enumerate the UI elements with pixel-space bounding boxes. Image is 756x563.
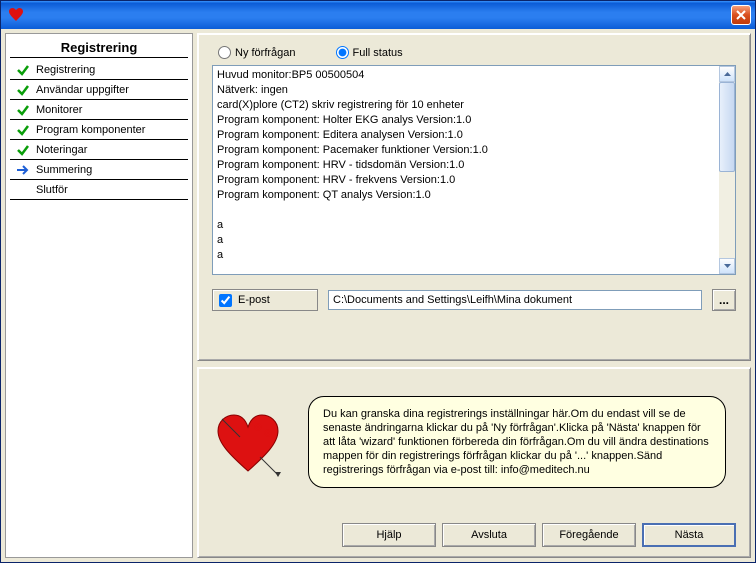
radio-new-request[interactable]: Ny förfrågan xyxy=(218,46,296,59)
status-text: Huvud monitor:BP5 00500504 Nätverk: inge… xyxy=(213,66,719,274)
help-text: Du kan granska dina registrerings instäl… xyxy=(323,408,709,476)
app-icon xyxy=(7,6,25,24)
check-icon xyxy=(16,83,30,97)
sidebar-title: Registrering xyxy=(10,40,188,58)
wizard-step[interactable]: Noteringar xyxy=(10,140,188,160)
status-textarea[interactable]: Huvud monitor:BP5 00500504 Nätverk: inge… xyxy=(212,65,736,275)
wizard-step-label: Registrering xyxy=(36,64,95,76)
radio-full-label: Full status xyxy=(353,47,403,59)
wizard-step[interactable]: Användar uppgifter xyxy=(10,80,188,100)
wizard-step[interactable]: Registrering xyxy=(10,60,188,80)
wizard-step-label: Slutför xyxy=(36,184,68,196)
check-icon xyxy=(16,123,30,137)
scroll-down-button[interactable] xyxy=(719,258,735,274)
scroll-thumb[interactable] xyxy=(719,82,735,172)
wizard-step-label: Program komponenter xyxy=(36,124,145,136)
browse-button[interactable]: ... xyxy=(712,289,736,311)
wizard-step-label: Användar uppgifter xyxy=(36,84,129,96)
check-icon xyxy=(16,63,30,77)
close-button[interactable] xyxy=(731,5,751,25)
wizard-step[interactable]: Slutför xyxy=(10,180,188,200)
wizard-sidebar: Registrering Registrering Användar uppgif… xyxy=(5,33,193,558)
summary-panel: Ny förfrågan Full status Huvud monitor:B… xyxy=(197,33,751,361)
radio-new-input[interactable] xyxy=(218,46,231,59)
next-button[interactable]: Nästa xyxy=(642,523,736,547)
destination-path-input[interactable] xyxy=(328,290,702,310)
help-panel: Du kan granska dina registrerings instäl… xyxy=(197,367,751,558)
scroll-up-button[interactable] xyxy=(719,66,735,82)
email-checkbox[interactable] xyxy=(219,294,232,307)
arrow-right-icon xyxy=(16,163,30,177)
wizard-step-label: Monitorer xyxy=(36,104,82,116)
help-button[interactable]: Hjälp xyxy=(342,523,436,547)
radio-new-label: Ny förfrågan xyxy=(235,47,296,59)
email-row: E-post ... xyxy=(212,289,736,311)
wizard-step-label: Noteringar xyxy=(36,144,87,156)
scrollbar-vertical[interactable] xyxy=(719,66,735,274)
main-area: Ny förfrågan Full status Huvud monitor:B… xyxy=(197,33,751,558)
speech-area: Du kan granska dina registrerings instäl… xyxy=(208,378,736,517)
browse-label: ... xyxy=(719,293,729,307)
wizard-step[interactable]: Monitorer xyxy=(10,100,188,120)
view-mode-radios: Ny förfrågan Full status xyxy=(212,46,736,65)
wizard-button-row: Hjälp Avsluta Föregående Nästa xyxy=(208,517,736,547)
scroll-track[interactable] xyxy=(719,82,735,258)
blank-icon xyxy=(16,183,30,197)
content-area: Registrering Registrering Användar uppgif… xyxy=(1,29,755,562)
back-button[interactable]: Föregående xyxy=(542,523,636,547)
wizard-step[interactable]: Program komponenter xyxy=(10,120,188,140)
radio-full-status[interactable]: Full status xyxy=(336,46,403,59)
email-label: E-post xyxy=(238,294,270,306)
cancel-button[interactable]: Avsluta xyxy=(442,523,536,547)
help-speech-bubble: Du kan granska dina registrerings instäl… xyxy=(308,396,726,488)
radio-full-input[interactable] xyxy=(336,46,349,59)
check-icon xyxy=(16,143,30,157)
heart-mascot-icon xyxy=(212,409,284,481)
check-icon xyxy=(16,103,30,117)
titlebar xyxy=(1,1,755,29)
wizard-step-label: Summering xyxy=(36,164,92,176)
wizard-step[interactable]: Summering xyxy=(10,160,188,180)
email-checkbox-wrap[interactable]: E-post xyxy=(212,289,318,311)
